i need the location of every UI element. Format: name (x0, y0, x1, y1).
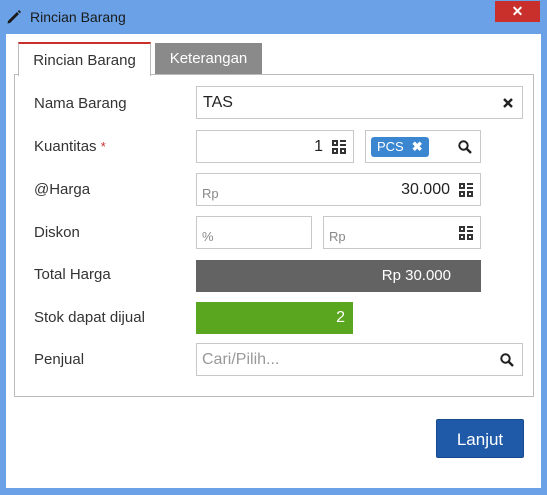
calculator-icon[interactable] (459, 226, 473, 240)
dialog-body: Rincian Barang Keterangan Nama Barang TA… (6, 34, 541, 488)
total-harga-value: Rp 30.000 (381, 267, 451, 284)
harga-value: 30.000 (401, 181, 450, 198)
diskon-amount-placeholder: Rp (329, 229, 346, 244)
harga-field[interactable]: Rp 30.000 (196, 173, 481, 206)
window-title: Rincian Barang (30, 9, 126, 25)
stok-value: 2 (336, 309, 345, 326)
total-harga-label: Total Harga (34, 266, 111, 283)
calculator-icon[interactable] (332, 140, 346, 154)
kuantitas-label: Kuantitas * (34, 138, 106, 155)
form-panel: Nama Barang TAS Kuantitas * 1 PCS ✖ @Har… (14, 74, 534, 397)
calculator-icon[interactable] (459, 183, 473, 197)
title-bar: Rincian Barang ✕ (0, 0, 547, 34)
diskon-percent-placeholder: % (202, 229, 214, 244)
nama-barang-field[interactable]: TAS (196, 86, 523, 119)
close-button[interactable]: ✕ (495, 1, 540, 22)
kuantitas-value: 1 (314, 138, 323, 155)
lanjut-button[interactable]: Lanjut (436, 419, 524, 458)
harga-prefix: Rp (202, 186, 219, 201)
search-icon[interactable] (500, 353, 514, 367)
pencil-icon (7, 10, 21, 24)
diskon-amount-field[interactable]: Rp (323, 216, 481, 249)
harga-label: @Harga (34, 181, 91, 198)
unit-field[interactable]: PCS ✖ (365, 130, 481, 163)
remove-unit-icon[interactable]: ✖ (412, 139, 423, 154)
nama-barang-value: TAS (203, 94, 233, 111)
diskon-percent-field[interactable]: % (196, 216, 312, 249)
stok-value-box: 2 (196, 302, 353, 334)
penjual-label: Penjual (34, 351, 85, 368)
nama-barang-label: Nama Barang (34, 95, 127, 112)
clear-icon[interactable] (503, 98, 513, 108)
search-icon[interactable] (458, 140, 472, 154)
required-mark: * (100, 139, 106, 154)
tab-keterangan[interactable]: Keterangan (155, 43, 262, 75)
stok-label: Stok dapat dijual (34, 309, 145, 326)
unit-chip[interactable]: PCS ✖ (371, 137, 429, 157)
penjual-search-field[interactable]: Cari/Pilih... (196, 343, 523, 376)
total-harga-value-box: Rp 30.000 (196, 260, 481, 292)
diskon-label: Diskon (34, 224, 80, 241)
unit-value: PCS (377, 139, 404, 154)
kuantitas-field[interactable]: 1 (196, 130, 354, 163)
dialog-window: Rincian Barang ✕ Rincian Barang Keterang… (0, 0, 547, 495)
penjual-placeholder: Cari/Pilih... (202, 351, 280, 368)
tab-rincian-barang[interactable]: Rincian Barang (18, 42, 151, 76)
